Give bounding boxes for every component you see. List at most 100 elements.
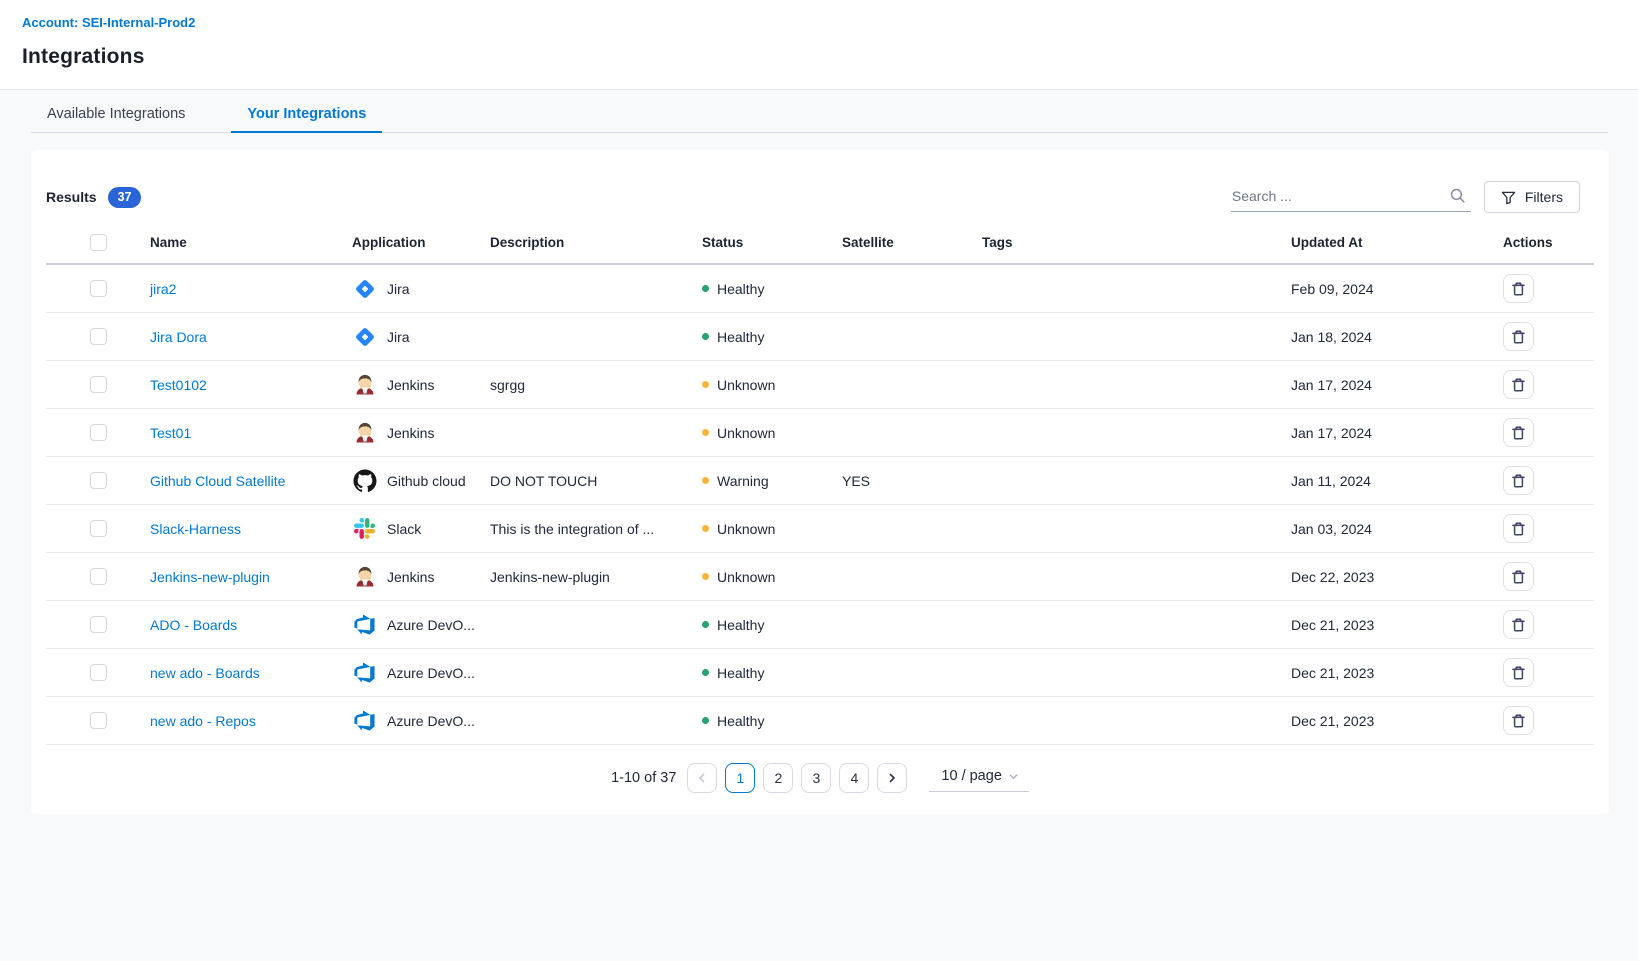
page-size-select[interactable]: 10 / page xyxy=(929,764,1028,792)
delete-button[interactable] xyxy=(1503,562,1534,591)
delete-button[interactable] xyxy=(1503,274,1534,303)
integration-name-link[interactable]: Test0102 xyxy=(150,377,207,393)
updated-at-value: Jan 03, 2024 xyxy=(1291,521,1465,537)
status-dot-icon xyxy=(702,621,709,628)
filter-funnel-icon xyxy=(1501,190,1516,205)
integration-name-link[interactable]: ADO - Boards xyxy=(150,617,237,633)
column-header-status: Status xyxy=(702,235,842,250)
delete-button[interactable] xyxy=(1503,658,1534,687)
page-size-label: 10 / page xyxy=(941,768,1001,784)
integrations-table: Name Application Description Status Sate… xyxy=(46,222,1594,745)
row-checkbox[interactable] xyxy=(90,616,107,633)
integration-name-link[interactable]: jira2 xyxy=(150,281,176,297)
integration-name-link[interactable]: Github Cloud Satellite xyxy=(150,473,285,489)
description-text: This is the integration of ... xyxy=(490,521,702,537)
table-row: jira2JiraHealthyFeb 09, 2024 xyxy=(46,265,1594,313)
row-checkbox[interactable] xyxy=(90,568,107,585)
delete-button[interactable] xyxy=(1503,322,1534,351)
column-header-tags: Tags xyxy=(982,235,1291,250)
row-checkbox[interactable] xyxy=(90,328,107,345)
azure-devops-icon xyxy=(352,661,377,684)
integration-name-link[interactable]: Slack-Harness xyxy=(150,521,241,537)
table-row: new ado - BoardsAzure DevO...HealthyDec … xyxy=(46,649,1594,697)
trash-icon xyxy=(1511,665,1526,681)
status-dot-icon xyxy=(702,525,709,532)
page-button-2[interactable]: 2 xyxy=(763,763,793,793)
integration-name-link[interactable]: Jenkins-new-plugin xyxy=(150,569,270,585)
column-header-description: Description xyxy=(490,235,702,250)
filters-button-label: Filters xyxy=(1525,189,1563,205)
trash-icon xyxy=(1511,281,1526,297)
jira-icon xyxy=(352,277,377,301)
delete-button[interactable] xyxy=(1503,610,1534,639)
satellite-value: YES xyxy=(842,473,982,489)
delete-button[interactable] xyxy=(1503,706,1534,735)
jenkins-icon xyxy=(352,565,377,589)
search-box xyxy=(1231,182,1471,212)
trash-icon xyxy=(1511,377,1526,393)
integration-name-link[interactable]: Jira Dora xyxy=(150,329,207,345)
delete-button[interactable] xyxy=(1503,466,1534,495)
tab-available-integrations[interactable]: Available Integrations xyxy=(31,98,201,133)
integration-name-link[interactable]: Test01 xyxy=(150,425,191,441)
status-dot-icon xyxy=(702,669,709,676)
updated-at-value: Jan 18, 2024 xyxy=(1291,329,1465,345)
prev-page-button[interactable] xyxy=(687,763,717,793)
integration-name-link[interactable]: new ado - Boards xyxy=(150,665,260,681)
updated-at-value: Dec 22, 2023 xyxy=(1291,569,1465,585)
application-label: Azure DevO... xyxy=(387,713,475,729)
slack-icon xyxy=(352,518,377,539)
status-label: Unknown xyxy=(717,521,775,537)
application-label: Jira xyxy=(387,329,410,345)
updated-at-value: Feb 09, 2024 xyxy=(1291,281,1465,297)
jenkins-icon xyxy=(352,373,377,397)
account-breadcrumb[interactable]: Account: SEI-Internal-Prod2 xyxy=(22,15,195,30)
status-dot-icon xyxy=(702,285,709,292)
column-header-actions: Actions xyxy=(1465,235,1594,250)
application-label: Jenkins xyxy=(387,569,434,585)
row-checkbox[interactable] xyxy=(90,712,107,729)
select-all-checkbox[interactable] xyxy=(90,234,107,251)
trash-icon xyxy=(1511,713,1526,729)
updated-at-value: Dec 21, 2023 xyxy=(1291,665,1465,681)
jenkins-icon xyxy=(352,421,377,445)
page-button-1[interactable]: 1 xyxy=(725,763,755,793)
table-row: Jenkins-new-pluginJenkinsJenkins-new-plu… xyxy=(46,553,1594,601)
azure-devops-icon xyxy=(352,613,377,636)
status-label: Healthy xyxy=(717,665,764,681)
integration-name-link[interactable]: new ado - Repos xyxy=(150,713,256,729)
table-body: jira2 Jira Healthy Feb 09, 2024 Jira Dora Jir… xyxy=(46,265,1594,745)
row-checkbox[interactable] xyxy=(90,424,107,441)
pagination-bar: 1-10 of 37 1234 10 / page xyxy=(31,763,1609,793)
row-checkbox[interactable] xyxy=(90,280,107,297)
status-dot-icon xyxy=(702,333,709,340)
delete-button[interactable] xyxy=(1503,514,1534,543)
row-checkbox[interactable] xyxy=(90,664,107,681)
table-row: Slack-HarnessSlackThis is the integratio… xyxy=(46,505,1594,553)
status-label: Unknown xyxy=(717,377,775,393)
row-checkbox[interactable] xyxy=(90,376,107,393)
toolbar: Results 37 Filters xyxy=(31,150,1609,222)
page-button-3[interactable]: 3 xyxy=(801,763,831,793)
results-label: Results xyxy=(46,189,97,205)
delete-button[interactable] xyxy=(1503,370,1534,399)
search-input[interactable] xyxy=(1231,182,1471,212)
delete-button[interactable] xyxy=(1503,418,1534,447)
updated-at-value: Dec 21, 2023 xyxy=(1291,617,1465,633)
application-label: Github cloud xyxy=(387,473,466,489)
results-count-badge: 37 xyxy=(108,187,142,208)
tab-your-integrations[interactable]: Your Integrations xyxy=(231,98,382,133)
filters-button[interactable]: Filters xyxy=(1484,181,1580,213)
column-header-updated-at: Updated At xyxy=(1291,235,1465,250)
trash-icon xyxy=(1511,473,1526,489)
application-label: Azure DevO... xyxy=(387,617,475,633)
application-label: Jenkins xyxy=(387,377,434,393)
row-checkbox[interactable] xyxy=(90,472,107,489)
chevron-right-icon xyxy=(886,772,898,784)
next-page-button[interactable] xyxy=(877,763,907,793)
row-checkbox[interactable] xyxy=(90,520,107,537)
status-label: Warning xyxy=(717,473,769,489)
trash-icon xyxy=(1511,521,1526,537)
application-label: Jira xyxy=(387,281,410,297)
page-button-4[interactable]: 4 xyxy=(839,763,869,793)
